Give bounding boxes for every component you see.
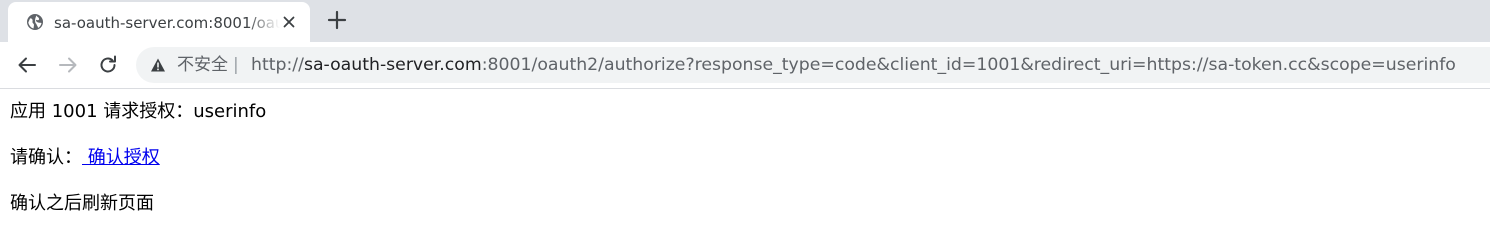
security-separator: | <box>233 55 239 75</box>
address-bar[interactable]: 不安全 | http://sa-oauth-server.com:8001/oa… <box>136 47 1490 83</box>
forward-arrow-icon[interactable] <box>56 53 80 77</box>
confirm-authorize-link[interactable]: 确认授权 <box>82 147 160 168</box>
tab-title: sa-oauth-server.com:8001/oauth2/authoriz… <box>54 14 280 32</box>
close-icon[interactable] <box>280 13 298 31</box>
reload-icon[interactable] <box>96 53 120 77</box>
browser-tab[interactable]: sa-oauth-server.com:8001/oauth2/authoriz… <box>8 2 310 42</box>
warning-icon[interactable] <box>150 57 166 73</box>
confirm-line: 请确认： 确认授权 <box>10 145 160 171</box>
url-host: sa-oauth-server.com <box>303 55 482 75</box>
url-scheme: http:// <box>251 55 304 75</box>
tab-strip: sa-oauth-server.com:8001/oauth2/authoriz… <box>0 0 1490 42</box>
back-arrow-icon[interactable] <box>15 53 39 77</box>
auth-request-text: 应用 1001 请求授权：userinfo <box>10 101 267 122</box>
browser-toolbar: 不安全 | http://sa-oauth-server.com:8001/oa… <box>0 42 1490 89</box>
confirm-prefix: 请确认： <box>10 147 82 168</box>
url-text[interactable]: http://sa-oauth-server.com:8001/oauth2/a… <box>251 55 1456 75</box>
new-tab-icon[interactable] <box>326 9 348 31</box>
refresh-hint-text: 确认之后刷新页面 <box>10 193 154 214</box>
url-path: :8001/oauth2/authorize?response_type=cod… <box>481 55 1456 75</box>
security-status-label[interactable]: 不安全 <box>177 55 228 75</box>
globe-icon <box>27 14 43 30</box>
